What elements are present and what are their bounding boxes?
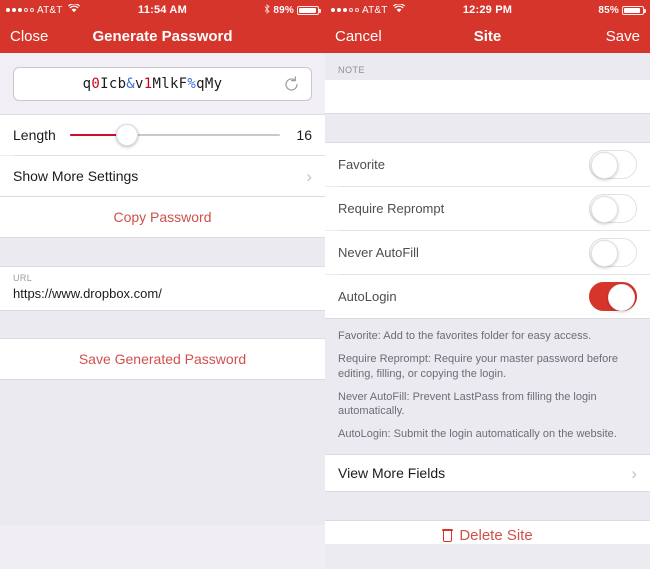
copy-password-button[interactable]: Copy Password [0,197,325,237]
battery-percent-label: 89% [273,4,294,16]
toggle-label: Never AutoFill [338,245,419,260]
section-gap [325,114,650,142]
help-text-require-reprompt: Require Reprompt: Require your master pa… [338,352,619,380]
toggle-row-autologin[interactable]: AutoLogin [325,275,650,318]
site-detail-screen: AT&T 12:29 PM 85% Cancel Site Save NOTE … [325,0,650,569]
page-title: Generate Password [92,28,233,45]
refresh-icon[interactable] [281,74,301,94]
bottom-filler [0,380,325,525]
wifi-icon [392,3,405,16]
carrier-label: AT&T [362,4,388,16]
save-button[interactable]: Save [606,28,640,45]
show-more-settings-row[interactable]: Show More Settings › [0,156,325,196]
signal-strength-icon [331,8,359,12]
battery-icon [622,5,646,15]
chevron-right-icon: › [306,166,312,186]
require-reprompt-toggle[interactable] [589,194,637,223]
url-field-value: https://www.dropbox.com/ [13,286,162,301]
close-button[interactable]: Close [10,28,48,45]
status-bar-carrier-group: AT&T [0,3,80,16]
section-gap [0,238,325,266]
generate-password-screen: AT&T 11:54 AM 89% Close Generate Passwor… [0,0,325,569]
help-text-favorite: Favorite: Add to the favorites folder fo… [338,330,592,342]
generated-password-field[interactable]: q0Icb&v1MlkF%qMy [13,67,312,101]
status-bar-right-group: 89% [264,4,325,16]
view-more-fields-label: View More Fields [338,465,446,482]
generated-password-section: q0Icb&v1MlkF%qMy [0,53,325,114]
trash-icon [442,529,454,543]
help-text-block: Favorite: Add to the favorites folder fo… [325,319,650,455]
url-field[interactable]: URL https://www.dropbox.com/ [0,267,325,310]
note-section-header: NOTE [325,53,650,80]
length-slider[interactable] [69,123,280,147]
section-gap [325,492,650,521]
toggle-row-never-autofill[interactable]: Never AutoFill [325,231,650,274]
section-gap [0,311,325,338]
favorite-toggle[interactable] [589,150,637,179]
toggle-row-favorite[interactable]: Favorite [325,143,650,186]
bluetooth-icon [264,4,271,16]
generated-password-value: q0Icb&v1MlkF%qMy [82,76,223,92]
delete-site-label: Delete Site [459,527,533,545]
chevron-right-icon: › [631,463,637,483]
help-text-never-autofill: Never AutoFill: Prevent LastPass from fi… [338,390,597,418]
toggle-label: Favorite [338,157,385,172]
url-field-label: URL [13,273,33,283]
slider-thumb[interactable] [115,124,138,146]
autologin-toggle[interactable] [589,282,637,311]
cancel-button[interactable]: Cancel [335,28,382,45]
battery-icon [297,5,321,15]
status-bar-right-group: 85% [598,5,650,16]
never-autofill-toggle[interactable] [589,238,637,267]
delete-site-button[interactable]: Delete Site [325,521,650,545]
wifi-icon [67,3,80,16]
toggle-label: AutoLogin [338,289,397,304]
toggle-row-require-reprompt[interactable]: Require Reprompt [325,187,650,230]
help-text-autologin: AutoLogin: Submit the login automaticall… [338,428,617,441]
nav-bar-left: Close Generate Password [0,20,325,53]
status-bar-right: AT&T 12:29 PM 85% [325,0,650,20]
nav-bar-right: Cancel Site Save [325,20,650,53]
length-label: Length [13,127,56,143]
view-more-fields-row[interactable]: View More Fields › [325,455,650,492]
status-bar-left: AT&T 11:54 AM 89% [0,0,325,20]
toggle-label: Require Reprompt [338,201,445,216]
note-input[interactable] [325,80,650,113]
battery-percent-label: 85% [598,4,619,16]
length-row: Length 16 [0,115,325,155]
save-generated-password-button[interactable]: Save Generated Password [0,339,325,379]
length-value: 16 [296,127,312,143]
status-bar-carrier-group: AT&T [325,3,405,16]
signal-strength-icon [6,8,34,12]
screenshot-root: AT&T 11:54 AM 89% Close Generate Passwor… [0,0,650,569]
carrier-label: AT&T [37,4,63,16]
show-more-settings-label: Show More Settings [13,168,139,184]
